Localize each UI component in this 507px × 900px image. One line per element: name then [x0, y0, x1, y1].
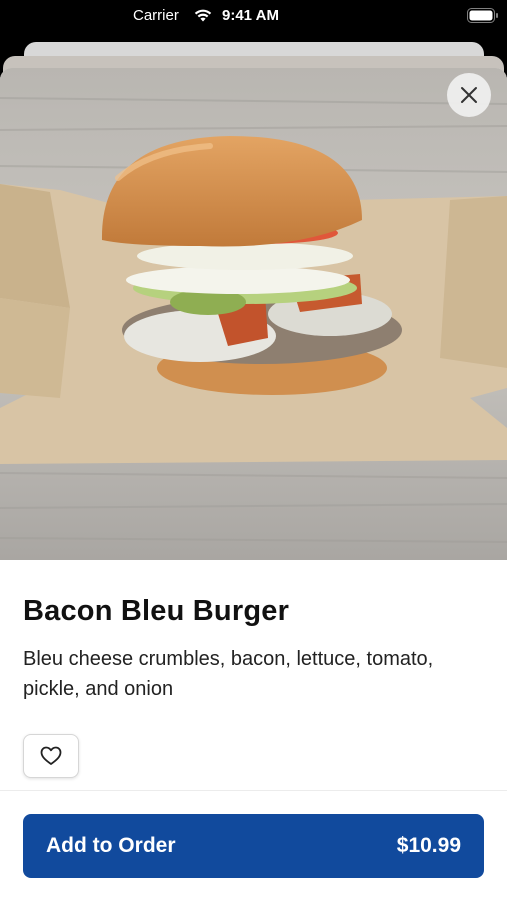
price-label: $10.99 [396, 834, 461, 857]
carrier-label: Carrier [133, 7, 179, 24]
wifi-icon [194, 9, 212, 22]
favorite-button[interactable] [23, 734, 79, 778]
close-button[interactable] [447, 73, 491, 117]
add-to-order-label: Add to Order [46, 834, 176, 857]
status-bar: Carrier 9:41 AM [0, 0, 507, 34]
heart-icon [40, 746, 62, 765]
burger-photo [0, 68, 507, 560]
battery-icon [467, 8, 498, 23]
item-description: Bleu cheese crumbles, bacon, lettuce, to… [23, 648, 434, 700]
add-to-order-button[interactable]: Add to Order $10.99 [23, 814, 484, 878]
divider [0, 790, 507, 791]
item-detail-sheet: Bacon Bleu Burger Bleu cheese crumbles, … [0, 68, 507, 900]
close-icon [461, 87, 477, 103]
clock-label: 9:41 AM [222, 7, 279, 24]
item-title: Bacon Bleu Burger [23, 595, 290, 627]
